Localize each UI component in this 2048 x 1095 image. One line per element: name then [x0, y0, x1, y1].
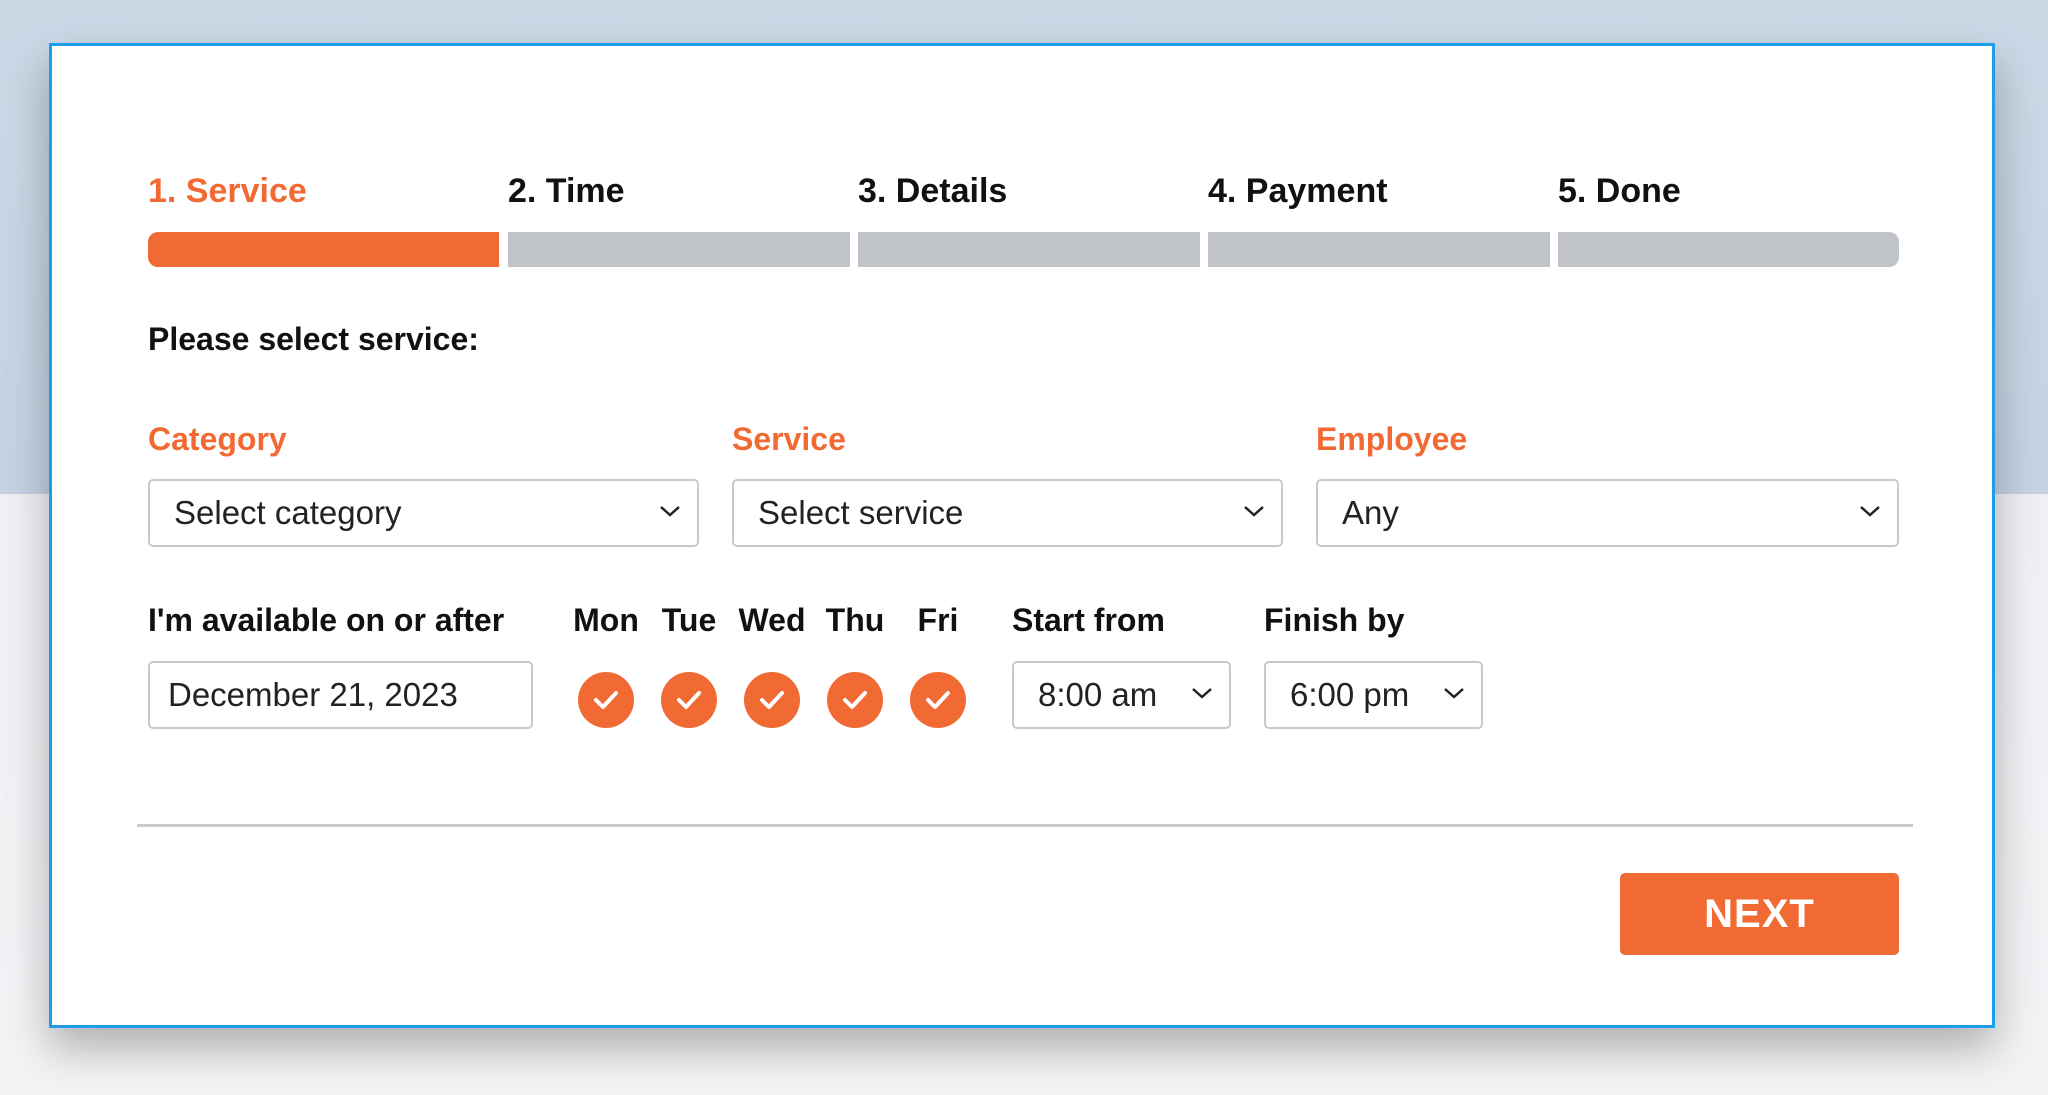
check-icon	[760, 691, 784, 709]
service-select[interactable]: Select service	[732, 479, 1283, 547]
chevron-down-icon	[660, 506, 680, 517]
date-input-value: December 21, 2023	[168, 676, 458, 713]
start-time-select[interactable]: 8:00 am	[1012, 661, 1231, 729]
finish-time-select[interactable]: 6:00 pm	[1264, 661, 1483, 729]
service-label: Service	[732, 421, 846, 457]
day-label-mon: Mon	[573, 602, 639, 638]
day-label-tue: Tue	[661, 602, 717, 638]
step-label-details[interactable]: 3. Details	[858, 172, 1007, 211]
day-checkbox-fri[interactable]	[910, 672, 966, 728]
check-icon	[926, 691, 950, 709]
step-label-payment[interactable]: 4. Payment	[1208, 172, 1388, 211]
category-select-value: Select category	[174, 494, 402, 531]
chevron-down-icon	[1244, 506, 1264, 517]
step-bar-time	[508, 232, 850, 267]
check-icon	[594, 691, 618, 709]
next-button[interactable]: NEXT	[1620, 873, 1899, 955]
category-select[interactable]: Select category	[148, 479, 699, 547]
employee-select[interactable]: Any	[1316, 479, 1899, 547]
finish-by-label: Finish by	[1264, 602, 1405, 638]
service-select-value: Select service	[758, 494, 964, 531]
day-checkbox-tue[interactable]	[661, 672, 717, 728]
step-label-time[interactable]: 2. Time	[508, 172, 625, 211]
chevron-down-icon	[1192, 688, 1212, 699]
booking-form-card: 1. Service 2. Time 3. Details 4. Payment…	[49, 43, 1995, 1028]
divider	[137, 824, 1913, 827]
step-bar-details	[858, 232, 1200, 267]
day-label-wed: Wed	[738, 602, 806, 638]
step-bar-payment	[1208, 232, 1550, 267]
day-label-fri: Fri	[917, 602, 959, 638]
step-label-done[interactable]: 5. Done	[1558, 172, 1681, 211]
start-time-value: 8:00 am	[1038, 676, 1158, 713]
check-icon	[843, 691, 867, 709]
availability-label: I'm available on or after	[148, 602, 505, 638]
chevron-down-icon	[1444, 688, 1464, 699]
day-checkbox-mon[interactable]	[578, 672, 634, 728]
step-bar-service	[148, 232, 499, 267]
page-title: Please select service:	[148, 321, 479, 357]
employee-select-value: Any	[1342, 494, 1399, 531]
date-input[interactable]: December 21, 2023	[148, 661, 533, 729]
category-label: Category	[148, 421, 287, 457]
start-from-label: Start from	[1012, 602, 1165, 638]
day-label-thu: Thu	[825, 602, 885, 638]
employee-label: Employee	[1316, 421, 1468, 457]
step-bar-done	[1558, 232, 1899, 267]
day-checkbox-thu[interactable]	[827, 672, 883, 728]
step-label-service[interactable]: 1. Service	[148, 172, 307, 211]
finish-time-value: 6:00 pm	[1290, 676, 1410, 713]
check-icon	[677, 691, 701, 709]
chevron-down-icon	[1860, 506, 1880, 517]
day-checkbox-wed[interactable]	[744, 672, 800, 728]
